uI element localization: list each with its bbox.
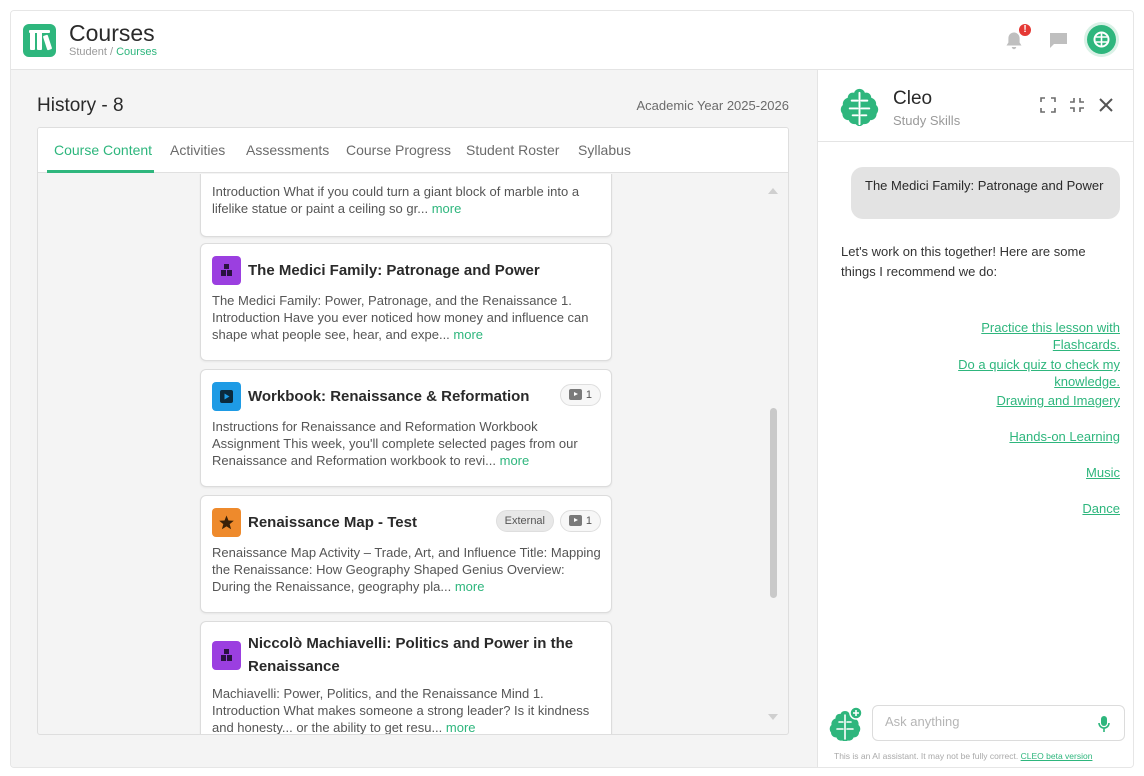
card-description: Introduction What if you could turn a gi… (212, 184, 580, 216)
scroll-up-arrow[interactable] (768, 188, 778, 194)
assistant-name: Cleo (893, 88, 933, 109)
ai-disclaimer: This is an AI assistant. It may not be f… (834, 751, 1093, 761)
app-window: Courses Student / Courses ! History - 8 … (10, 10, 1134, 768)
card-title[interactable]: Renaissance Map - Test (248, 511, 417, 534)
content-card[interactable]: Niccolò Machiavelli: Politics and Power … (200, 621, 612, 735)
card-title[interactable]: The Medici Family: Patronage and Power (248, 259, 540, 282)
breadcrumb-current: Courses (116, 46, 158, 58)
content-card[interactable]: Renaissance Map - Test External 1 Renais… (200, 495, 612, 613)
ask-anything-input[interactable] (885, 714, 1085, 729)
chat-input-row (828, 703, 1126, 743)
more-link[interactable]: more (500, 453, 530, 468)
assistant-subtitle: Study Skills (893, 113, 961, 128)
assistant-message: Let's work on this together! Here are so… (841, 244, 1086, 279)
academic-year: Academic Year 2025-2026 (636, 98, 789, 113)
more-link[interactable]: more (453, 327, 483, 342)
courses-logo-icon[interactable] (23, 24, 56, 57)
main-content: History - 8 Academic Year 2025-2026 Cour… (11, 70, 817, 767)
tab-activities[interactable]: Activities (170, 142, 225, 158)
avatar[interactable] (1087, 25, 1116, 54)
tab-course-progress[interactable]: Course Progress (346, 142, 451, 158)
card-description: The Medici Family: Power, Patronage, and… (212, 293, 589, 342)
suggestion-flashcards[interactable]: Practice this lesson with Flashcards. (920, 319, 1120, 353)
course-title: History - 8 (37, 95, 124, 116)
breadcrumb: Student / Courses (69, 46, 157, 58)
lesson-icon (212, 256, 241, 285)
brain-icon (840, 88, 879, 127)
chat-icon[interactable] (1049, 32, 1068, 49)
more-link[interactable]: more (455, 579, 485, 594)
brain-avatar-icon (1093, 31, 1110, 48)
microphone-icon[interactable] (1098, 715, 1110, 733)
suggestion-drawing[interactable]: Drawing and Imagery (920, 392, 1120, 409)
tab-assessments[interactable]: Assessments (246, 142, 329, 158)
suggestion-quiz[interactable]: Do a quick quiz to check my knowledge. (935, 356, 1120, 390)
suggestion-dance[interactable]: Dance (920, 500, 1120, 517)
content-card[interactable]: Workbook: Renaissance & Reformation 1 In… (200, 369, 612, 487)
content-card[interactable]: The Medici Family: Patronage and Power T… (200, 243, 612, 361)
scroll-down-arrow[interactable] (768, 714, 778, 720)
card-description: Renaissance Map Activity – Trade, Art, a… (212, 545, 601, 594)
breadcrumb-root[interactable]: Student (69, 46, 107, 58)
external-badge: External (495, 510, 554, 532)
chat-input-box (872, 705, 1125, 741)
suggestion-music[interactable]: Music (920, 464, 1120, 481)
course-panel: Course Content Activities Assessments Co… (37, 127, 789, 735)
play-icon (568, 389, 582, 400)
active-tab-indicator (47, 170, 154, 173)
card-title[interactable]: Workbook: Renaissance & Reformation (248, 385, 529, 408)
cleo-header: Cleo Study Skills (818, 70, 1133, 142)
content-list: Introduction What if you could turn a gi… (38, 174, 788, 735)
notification-badge: ! (1017, 22, 1033, 38)
star-icon (212, 508, 241, 537)
cleo-panel: Cleo Study Skills The Medici Family: Pat… (817, 70, 1133, 767)
user-message: The Medici Family: Patronage and Power (851, 167, 1120, 219)
lesson-icon (212, 641, 241, 670)
expand-icon[interactable] (1040, 97, 1056, 113)
media-count-badge: 1 (559, 510, 601, 532)
page-title: Courses (69, 20, 155, 46)
brain-plus-icon (829, 706, 863, 741)
media-count-badge: 1 (559, 384, 601, 406)
tab-bar: Course Content Activities Assessments Co… (38, 128, 788, 173)
tab-course-content[interactable]: Course Content (54, 142, 152, 158)
video-icon (212, 382, 241, 411)
card-description: Machiavelli: Power, Politics, and the Re… (212, 686, 590, 735)
scrollbar-thumb[interactable] (770, 408, 777, 598)
tab-syllabus[interactable]: Syllabus (578, 142, 631, 158)
top-header: Courses Student / Courses ! (11, 11, 1133, 70)
more-link[interactable]: more (446, 720, 476, 734)
suggestion-hands-on[interactable]: Hands-on Learning (920, 428, 1120, 445)
beta-version-link[interactable]: CLEO beta version (1021, 751, 1093, 761)
more-link[interactable]: more (432, 201, 462, 216)
tab-student-roster[interactable]: Student Roster (466, 142, 559, 158)
card-title[interactable]: Niccolò Machiavelli: Politics and Power … (248, 632, 588, 678)
breadcrumb-separator: / (106, 46, 117, 58)
card-description: Instructions for Renaissance and Reforma… (212, 419, 578, 468)
collapse-icon[interactable] (1069, 97, 1085, 113)
play-icon (568, 515, 582, 526)
content-card[interactable]: Introduction What if you could turn a gi… (200, 174, 612, 237)
close-icon[interactable] (1098, 97, 1114, 113)
